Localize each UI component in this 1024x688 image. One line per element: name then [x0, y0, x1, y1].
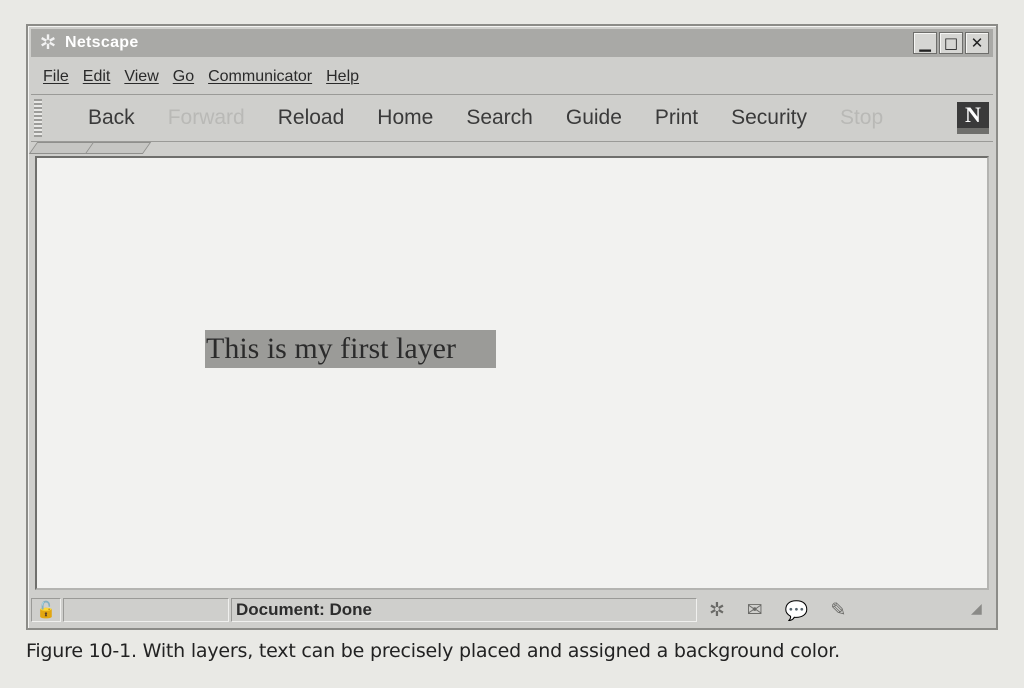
- minimize-button[interactable]: ▁: [913, 32, 937, 54]
- window-controls: ▁ □ ✕: [913, 32, 989, 54]
- mail-icon[interactable]: ✉: [747, 599, 763, 621]
- toolbar-buttons: Back Forward Reload Home Search Guide Pr…: [88, 106, 916, 130]
- toolbar-grip[interactable]: [34, 99, 42, 137]
- netscape-wheel-icon: ✲: [39, 32, 57, 54]
- menu-view[interactable]: View: [119, 68, 167, 86]
- menu-file[interactable]: File: [38, 68, 78, 86]
- composer-icon[interactable]: ✎: [831, 599, 847, 621]
- menu-go[interactable]: Go: [168, 68, 203, 86]
- maximize-button[interactable]: □: [939, 32, 963, 54]
- navigation-toolbar: Back Forward Reload Home Search Guide Pr…: [31, 94, 993, 142]
- menu-edit[interactable]: Edit: [78, 68, 120, 86]
- security-button[interactable]: Security: [731, 106, 807, 130]
- menu-communicator[interactable]: Communicator: [203, 68, 321, 86]
- component-bar: ✲ ✉ 💬 ✎: [709, 599, 846, 622]
- forward-button[interactable]: Forward: [168, 106, 245, 130]
- menu-help[interactable]: Help: [321, 68, 368, 86]
- menu-bar: File Edit View Go Communicator Help: [38, 64, 368, 90]
- resize-grip-icon[interactable]: ◢: [971, 601, 989, 619]
- back-button[interactable]: Back: [88, 106, 135, 130]
- netscape-logo[interactable]: N: [957, 102, 989, 134]
- netscape-window: ✲ Netscape ▁ □ ✕ File Edit View Go Commu…: [26, 24, 998, 630]
- security-lock-icon[interactable]: 🔓: [31, 598, 61, 622]
- search-button[interactable]: Search: [466, 106, 533, 130]
- progress-cell: [63, 598, 229, 622]
- reload-button[interactable]: Reload: [278, 106, 345, 130]
- close-button[interactable]: ✕: [965, 32, 989, 54]
- collapsed-toolbar-tabs: [28, 142, 152, 154]
- print-button[interactable]: Print: [655, 106, 698, 130]
- status-bar: 🔓 Document: Done ✲ ✉ 💬 ✎ ◢: [31, 595, 993, 625]
- page-content: This is my first layer: [35, 156, 989, 590]
- home-button[interactable]: Home: [377, 106, 433, 130]
- stop-button[interactable]: Stop: [840, 106, 883, 130]
- window-title: Netscape: [65, 34, 139, 51]
- text-layer: This is my first layer: [205, 330, 496, 368]
- discussion-icon[interactable]: 💬: [785, 599, 809, 622]
- figure-caption: Figure 10-1. With layers, text can be pr…: [26, 640, 840, 662]
- figure-page: ✲ Netscape ▁ □ ✕ File Edit View Go Commu…: [0, 0, 1024, 688]
- collapsed-tab-2[interactable]: [84, 142, 152, 154]
- guide-button[interactable]: Guide: [566, 106, 622, 130]
- status-text: Document: Done: [231, 598, 697, 622]
- title-bar[interactable]: ✲ Netscape ▁ □ ✕: [31, 29, 993, 57]
- navigator-icon[interactable]: ✲: [709, 599, 725, 621]
